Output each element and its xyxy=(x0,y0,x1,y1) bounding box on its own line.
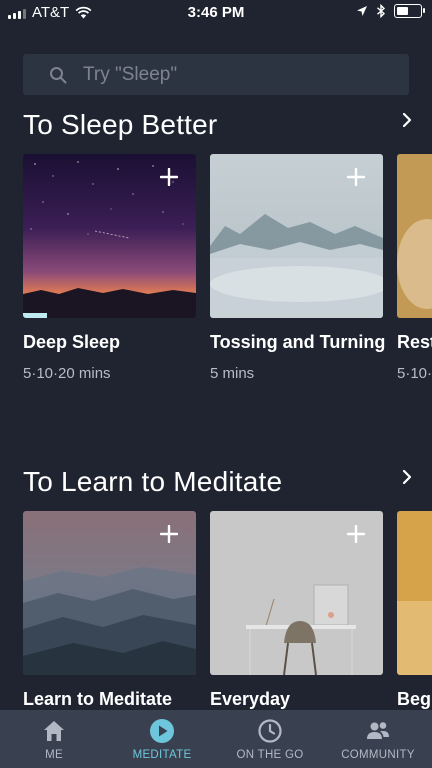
battery-level xyxy=(397,7,408,15)
clock-icon xyxy=(258,719,282,743)
card-tossing-and-turning[interactable]: Tossing and Turning 5 mins xyxy=(210,154,385,382)
search-icon xyxy=(50,66,67,83)
card-title: Everyday xyxy=(210,689,291,709)
card-everyday[interactable]: Everyday xyxy=(210,511,383,709)
tab-on-the-go[interactable]: ON THE GO xyxy=(216,710,324,761)
status-bar: AT&T 3:46 PM xyxy=(0,0,432,26)
chevron-right-icon[interactable] xyxy=(400,468,414,486)
card-thumbnail xyxy=(23,154,196,318)
card-title: Deep Sleep xyxy=(23,332,121,352)
card-thumbnail xyxy=(397,154,432,318)
card-title: Tossing and Turning xyxy=(210,332,386,352)
tab-label: ON THE GO xyxy=(236,749,304,761)
add-icon[interactable] xyxy=(160,525,178,543)
card-title: Learn to Meditate xyxy=(23,689,173,709)
add-icon[interactable] xyxy=(347,525,365,543)
add-icon[interactable] xyxy=(347,168,365,186)
bluetooth-icon xyxy=(377,4,386,18)
card-beginning[interactable]: Beg xyxy=(397,511,432,709)
add-icon[interactable] xyxy=(160,168,178,186)
card-title: Beg xyxy=(397,689,432,709)
play-icon xyxy=(150,719,174,743)
sleep-carousel[interactable]: Deep Sleep 5·10·20 mins Tossing and Turn… xyxy=(0,154,432,394)
chevron-right-icon[interactable] xyxy=(400,111,414,129)
card-learn-to-meditate[interactable]: Learn to Meditate xyxy=(23,511,196,709)
card-duration: 5·10·20 mins xyxy=(23,365,111,382)
battery-icon xyxy=(394,4,425,18)
golden-photo-image xyxy=(397,511,432,675)
card-deep-sleep[interactable]: Deep Sleep 5·10·20 mins xyxy=(23,154,196,382)
search-bar[interactable] xyxy=(23,54,409,95)
tab-me[interactable]: ME xyxy=(0,710,108,761)
card-rest[interactable]: Rest 5·10· xyxy=(397,154,432,382)
card-title: Rest xyxy=(397,332,432,352)
home-icon xyxy=(44,721,64,741)
card-duration: 5 mins xyxy=(210,365,255,382)
location-arrow-icon xyxy=(357,6,367,16)
tab-meditate[interactable]: MEDITATE xyxy=(108,710,216,761)
section-title-sleep: To Sleep Better xyxy=(23,109,218,140)
card-thumbnail xyxy=(210,511,383,675)
card-duration: 5·10· xyxy=(397,365,432,382)
tab-bar: ME MEDITATE ON THE GO COMMUNITY xyxy=(0,710,432,768)
progress-bar xyxy=(23,313,47,318)
tab-label: COMMUNITY xyxy=(341,749,415,761)
tab-community[interactable]: COMMUNITY xyxy=(324,710,432,761)
people-icon xyxy=(367,722,389,739)
card-thumbnail xyxy=(23,511,196,675)
tab-label: MEDITATE xyxy=(132,749,192,761)
tab-label: ME xyxy=(45,749,63,761)
section-title-meditate: To Learn to Meditate xyxy=(23,466,283,497)
card-thumbnail xyxy=(397,511,432,675)
card-thumbnail xyxy=(210,154,383,318)
status-right xyxy=(356,4,425,18)
search-input[interactable] xyxy=(81,62,365,87)
warm-photo-image xyxy=(397,154,432,318)
